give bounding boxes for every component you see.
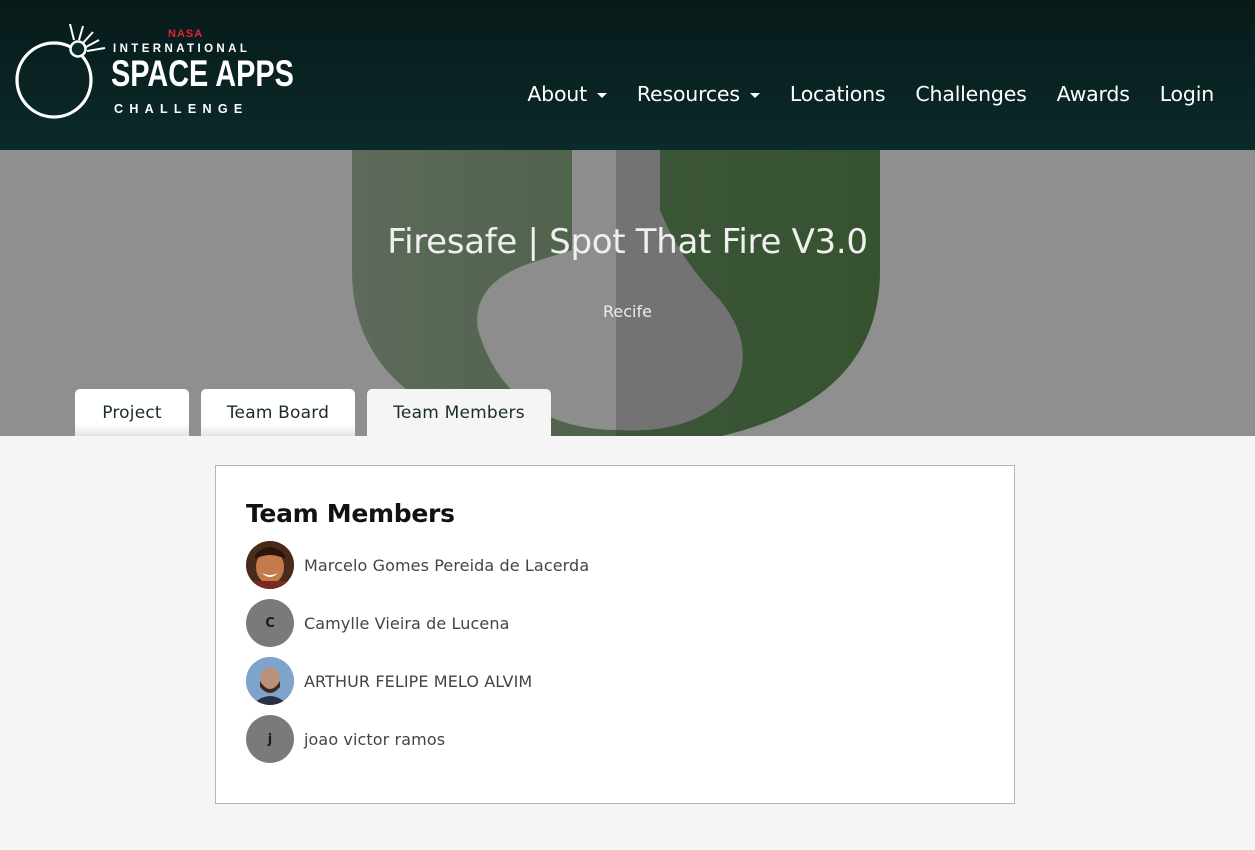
user-photo-icon [246, 657, 294, 705]
project-tabs: Project Team Board Team Members [75, 389, 563, 436]
nav-locations[interactable]: Locations [790, 82, 886, 106]
member-name: Marcelo Gomes Pereida de Lacerda [304, 555, 590, 575]
member-name: ARTHUR FELIPE MELO ALVIM [304, 671, 533, 691]
nav-login-label: Login [1159, 82, 1215, 106]
logo-line-space-apps: SPACE APPS [111, 53, 294, 94]
team-member-item[interactable]: ARTHUR FELIPE MELO ALVIM [246, 657, 532, 705]
avatar: j [246, 715, 294, 763]
nav-challenges[interactable]: Challenges [915, 82, 1026, 106]
chevron-down-icon [749, 92, 760, 98]
avatar: C [246, 599, 294, 647]
nasa-wordmark: NASA [168, 28, 204, 40]
nav-resources-label: Resources [636, 82, 740, 106]
nav-awards[interactable]: Awards [1057, 82, 1130, 106]
team-member-item[interactable]: j joao victor ramos [246, 715, 445, 763]
planet-icon [15, 23, 106, 119]
user-photo-icon [246, 541, 294, 589]
chevron-down-icon [596, 92, 607, 98]
project-location[interactable]: Recife [0, 302, 1255, 321]
nav-awards-label: Awards [1056, 82, 1130, 106]
main-nav: About Resources Locations Challenges Awa… [497, 78, 1214, 110]
member-name: joao victor ramos [304, 729, 446, 749]
nav-about[interactable]: About [527, 82, 607, 106]
tab-project[interactable]: Project [75, 389, 189, 436]
avatar [246, 657, 294, 705]
tab-team-board[interactable]: Team Board [201, 389, 355, 436]
team-member-item[interactable]: Marcelo Gomes Pereida de Lacerda [246, 541, 589, 589]
nav-resources[interactable]: Resources [637, 82, 760, 106]
space-apps-logo[interactable]: NASA INTERNATIONAL SPACE APPS CHALLENGE [12, 20, 294, 124]
team-members-card: Team Members Marcelo Gomes Pereida de La… [215, 465, 1015, 804]
nav-locations-label: Locations [789, 82, 886, 106]
site-header: NASA INTERNATIONAL SPACE APPS CHALLENGE … [0, 0, 1255, 150]
team-members-heading: Team Members [246, 499, 455, 528]
team-member-item[interactable]: C Camylle Vieira de Lucena [246, 599, 510, 647]
member-name: Camylle Vieira de Lucena [304, 613, 510, 633]
logo-line-challenge: CHALLENGE [114, 102, 249, 116]
nav-login[interactable]: Login [1159, 82, 1215, 106]
avatar [246, 541, 294, 589]
nav-challenges-label: Challenges [915, 82, 1027, 106]
project-hero: Firesafe | Spot That Fire V3.0 Recife Pr… [0, 150, 1255, 436]
tab-team-members[interactable]: Team Members [367, 389, 551, 436]
nav-about-label: About [527, 82, 587, 106]
project-title: Firesafe | Spot That Fire V3.0 [387, 222, 868, 262]
